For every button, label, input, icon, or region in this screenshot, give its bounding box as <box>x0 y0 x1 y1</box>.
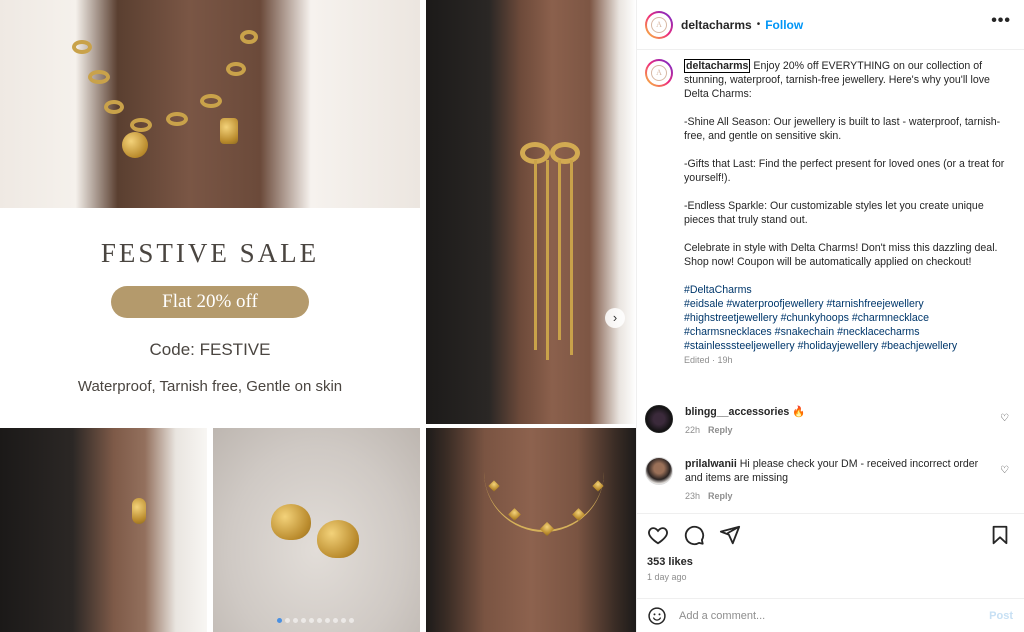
festive-sale-banner: FESTIVE SALE Flat 20% off Code: FESTIVE … <box>0 208 420 424</box>
comment-username[interactable]: blingg__accessories <box>685 406 789 418</box>
caption-paragraph: Celebrate in style with Delta Charms! Do… <box>684 242 998 268</box>
carousel-dot <box>277 618 282 623</box>
comment: prilalwanii Hi please check your DM - re… <box>645 457 1017 503</box>
chain-link <box>200 94 222 108</box>
comment-icon[interactable] <box>683 524 705 546</box>
chain-link <box>104 100 124 114</box>
heart-earring <box>317 520 359 558</box>
hashtags[interactable]: #DeltaCharms #eidsale #waterproofjewelle… <box>684 283 1006 353</box>
edited-timestamp: Edited · 19h <box>684 355 733 365</box>
bow-string <box>534 160 537 350</box>
comment-like-heart-icon[interactable]: ♡ <box>1000 465 1009 476</box>
bow-earring-photo <box>426 0 636 424</box>
lock-pendant <box>220 118 238 144</box>
share-icon[interactable] <box>719 524 741 546</box>
chain-link <box>88 70 110 84</box>
heart-earring <box>271 504 311 540</box>
carousel-dots <box>277 618 354 623</box>
header-username[interactable]: deltacharms <box>681 18 752 32</box>
emoji-icon[interactable] <box>647 606 667 626</box>
avatar[interactable] <box>645 457 673 485</box>
post-details-panel: A deltacharms • Follow ••• A deltacharms… <box>636 0 1024 632</box>
bookmark-icon[interactable] <box>989 524 1011 546</box>
post-actions: 353 likes 1 day ago <box>637 513 1024 601</box>
reply-button[interactable]: Reply <box>708 425 733 435</box>
chain-link <box>166 112 188 126</box>
brand-logo-icon: A <box>651 16 667 33</box>
comments-scroll-area[interactable]: A deltacharms Enjoy 20% off EVERYTHING o… <box>637 51 1024 513</box>
heart-icon[interactable] <box>647 524 669 546</box>
heart-earrings-photo <box>213 428 420 632</box>
more-options-icon[interactable]: ••• <box>991 12 1011 30</box>
avatar[interactable]: A <box>645 10 673 39</box>
likes-count[interactable]: 353 likes <box>647 556 693 568</box>
bow-string <box>546 160 549 360</box>
necklace-photo <box>0 0 420 208</box>
carousel-dot <box>325 618 330 623</box>
station-necklace-photo <box>426 428 636 632</box>
comment-input[interactable] <box>679 609 979 622</box>
product-features: Waterproof, Tarnish free, Gentle on skin <box>77 378 343 395</box>
caption-paragraph: deltacharms Enjoy 20% off EVERYTHING on … <box>684 59 1006 101</box>
comment-time: 23h <box>685 491 701 501</box>
carousel-dot <box>317 618 322 623</box>
comment-text: 🔥 <box>792 406 806 418</box>
post-header: A deltacharms • Follow ••• <box>637 0 1024 50</box>
carousel-dot <box>293 618 298 623</box>
post-comment-button[interactable]: Post <box>989 610 1013 622</box>
bow-loop <box>550 142 580 164</box>
carousel-dot <box>349 618 354 623</box>
chain-link <box>240 30 258 44</box>
bow-string <box>558 160 561 340</box>
hoop-earring-photo <box>0 428 207 632</box>
chain-link <box>72 40 92 54</box>
sale-title: FESTIVE SALE <box>100 238 320 268</box>
avatar[interactable] <box>645 405 673 433</box>
carousel-dot <box>341 618 346 623</box>
carousel-dot <box>309 618 314 623</box>
discount-pill: Flat 20% off <box>111 286 309 318</box>
carousel-dot <box>285 618 290 623</box>
heart-pendant <box>122 132 148 158</box>
bow-string <box>570 160 573 355</box>
carousel-dot <box>301 618 306 623</box>
follow-button[interactable]: Follow <box>765 18 803 32</box>
separator-dot: • <box>756 19 761 30</box>
add-comment-bar: Post <box>637 598 1024 632</box>
post-image-carousel[interactable]: FESTIVE SALE Flat 20% off Code: FESTIVE … <box>0 0 636 632</box>
comment-time: 22h <box>685 425 701 435</box>
post-time: 1 day ago <box>647 572 687 582</box>
caption-paragraph: -Endless Sparkle: Our customizable style… <box>684 200 984 226</box>
hoop-earring <box>132 498 146 524</box>
chevron-right-icon: › <box>612 310 618 325</box>
comment-username[interactable]: prilalwanii <box>685 458 737 470</box>
necklace-chain <box>484 458 604 532</box>
caption-username[interactable]: deltacharms <box>684 59 751 73</box>
caption-paragraph: -Gifts that Last: Find the perfect prese… <box>684 158 1005 184</box>
carousel-next-button[interactable]: › <box>605 308 625 328</box>
coupon-code: Code: FESTIVE <box>149 340 271 359</box>
post-caption: A deltacharms Enjoy 20% off EVERYTHING o… <box>645 59 1017 367</box>
chain-link <box>130 118 152 132</box>
reply-button[interactable]: Reply <box>708 491 733 501</box>
caption-paragraph: -Shine All Season: Our jewellery is buil… <box>684 116 1001 142</box>
chain-link <box>226 62 246 76</box>
comment: blingg__accessories 🔥 22h Reply ♡ <box>645 405 1017 437</box>
carousel-dot <box>333 618 338 623</box>
avatar[interactable]: A <box>645 59 673 87</box>
comment-like-heart-icon[interactable]: ♡ <box>1000 413 1009 424</box>
brand-logo-icon: A <box>651 65 667 81</box>
